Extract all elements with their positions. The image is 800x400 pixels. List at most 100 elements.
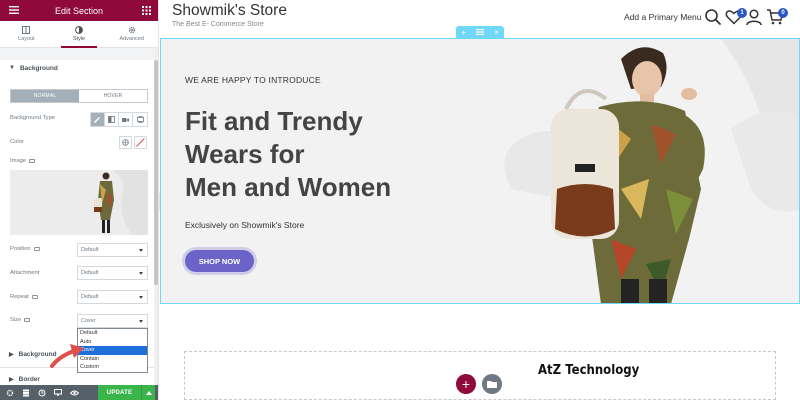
folder-icon: [487, 381, 497, 388]
color-tools: [119, 136, 147, 149]
position-select[interactable]: Default: [77, 243, 148, 257]
responsive-desktop-icon[interactable]: [31, 295, 38, 299]
annotation-arrow: [50, 344, 84, 368]
chevron-down-icon: [139, 320, 143, 323]
hero-heading-line: Fit and Trendy: [185, 106, 363, 136]
hero-section[interactable]: WE ARE HAPPY TO INTRODUCE Fit and Trendy…: [160, 38, 800, 304]
shop-now-button[interactable]: SHOP NOW: [185, 250, 254, 272]
account-user-icon[interactable]: [745, 8, 763, 26]
panel-title: Edit Section: [54, 5, 104, 16]
position-select-value: Default: [81, 247, 99, 253]
size-option-default[interactable]: Default: [78, 329, 147, 338]
size-select[interactable]: Cover: [77, 314, 148, 328]
background-image-preview[interactable]: [10, 170, 148, 235]
site-tagline: The Best E- Commerce Store: [172, 21, 264, 28]
size-label: Size: [10, 317, 31, 323]
section-toolbar: + ×: [456, 26, 504, 38]
navigator-icon[interactable]: [20, 385, 32, 400]
style-icon: [75, 26, 83, 34]
editor-panel: Edit Section Layout Style Advanced ▼ Bac…: [0, 0, 159, 400]
size-option-custom[interactable]: Custom: [78, 363, 147, 372]
drag-handle-icon[interactable]: [476, 28, 484, 37]
tab-advanced-label: Advanced: [119, 36, 144, 42]
size-option-contain[interactable]: Contain: [78, 355, 147, 364]
search-icon[interactable]: [704, 8, 722, 26]
close-icon[interactable]: ×: [494, 28, 499, 37]
panel-header: Edit Section: [0, 0, 158, 21]
layout-icon: [22, 26, 31, 34]
add-section-dropzone[interactable]: [184, 351, 776, 400]
settings-icon[interactable]: [4, 385, 16, 400]
size-option-auto[interactable]: Auto: [78, 338, 147, 347]
responsive-desktop-icon[interactable]: [24, 318, 31, 322]
panel-scrollbar-thumb[interactable]: [154, 60, 158, 285]
attachment-label: Attachment: [10, 270, 40, 276]
history-icon[interactable]: [36, 385, 48, 400]
gradient-icon[interactable]: [105, 113, 119, 126]
slideshow-icon[interactable]: [133, 113, 147, 126]
caret-right-icon: ▶: [9, 377, 14, 383]
caret-right-icon: ▶: [9, 351, 14, 358]
panel-tabs: Layout Style Advanced: [0, 21, 158, 48]
border-section-title: Border: [18, 376, 40, 383]
hero-intro-text: WE ARE HAPPY TO INTRODUCE: [185, 75, 321, 85]
add-new-section-button[interactable]: +: [456, 374, 476, 394]
caret-down-icon: ▼: [9, 65, 15, 71]
caret-up-icon: [145, 390, 152, 395]
chevron-down-icon: [139, 272, 143, 275]
global-colors-icon[interactable]: [119, 136, 132, 149]
size-option-cover[interactable]: Cover: [78, 346, 147, 355]
position-label: Position: [10, 246, 40, 252]
hero-heading: Fit and Trendy Wears for Men and Women: [185, 105, 391, 204]
normal-toggle[interactable]: NORMAL: [11, 90, 79, 102]
hero-heading-line: Men and Women: [185, 172, 392, 202]
hero-model-image: [504, 39, 799, 303]
gear-icon: [128, 26, 136, 34]
attachment-select-value: Default: [81, 270, 99, 276]
chevron-down-icon: [139, 249, 143, 252]
tab-style-label: Style: [72, 36, 86, 42]
repeat-label: Repeat: [10, 294, 38, 300]
position-label-text: Position: [10, 246, 31, 252]
tab-layout[interactable]: Layout: [0, 21, 53, 47]
widgets-grid-icon[interactable]: [140, 4, 152, 16]
add-template-button[interactable]: [482, 374, 502, 394]
watermark-text: AtZ Technology: [538, 363, 640, 378]
panel-footer: UPDATE: [0, 385, 158, 400]
repeat-select-value: Default: [81, 294, 99, 300]
tab-layout-label: Layout: [18, 36, 35, 42]
image-label-text: Image: [10, 158, 27, 164]
size-label-text: Size: [10, 317, 22, 323]
repeat-label-text: Repeat: [10, 294, 29, 300]
update-options-button[interactable]: [141, 385, 155, 400]
image-label: Image: [10, 158, 36, 164]
preview-eye-icon[interactable]: [68, 385, 80, 400]
video-icon[interactable]: [119, 113, 133, 126]
hero-heading-line: Wears for: [185, 139, 305, 169]
classic-brush-icon[interactable]: [91, 113, 105, 126]
border-section-header[interactable]: ▶ Border: [0, 374, 154, 385]
background-type-group: [90, 112, 148, 127]
responsive-desktop-icon[interactable]: [33, 247, 40, 251]
chevron-down-icon: [139, 296, 143, 299]
responsive-desktop-icon[interactable]: [29, 159, 36, 163]
hamburger-menu-icon[interactable]: [8, 4, 20, 16]
site-title[interactable]: Showmik's Store: [172, 2, 287, 20]
update-button[interactable]: UPDATE: [98, 385, 141, 400]
tab-advanced[interactable]: Advanced: [105, 21, 158, 47]
hero-subtext: Exclusively on Showmik's Store: [185, 220, 305, 230]
cart-count-badge: 0: [778, 8, 788, 18]
primary-menu-link[interactable]: Add a Primary Menu: [624, 12, 701, 22]
color-label: Color: [10, 139, 24, 145]
add-section-plus-icon[interactable]: +: [461, 28, 466, 37]
background-type-label: Background Type: [10, 115, 56, 121]
repeat-select[interactable]: Default: [77, 290, 148, 304]
color-picker-swatch[interactable]: [134, 136, 147, 149]
background-section-header[interactable]: ▼ Background: [0, 58, 154, 78]
hover-toggle[interactable]: HOVER: [79, 90, 147, 102]
background-section-title: Background: [19, 64, 58, 72]
tab-style[interactable]: Style: [53, 21, 106, 48]
responsive-mode-icon[interactable]: [52, 385, 64, 400]
size-select-value: Cover: [81, 318, 96, 324]
attachment-select[interactable]: Default: [77, 266, 148, 280]
